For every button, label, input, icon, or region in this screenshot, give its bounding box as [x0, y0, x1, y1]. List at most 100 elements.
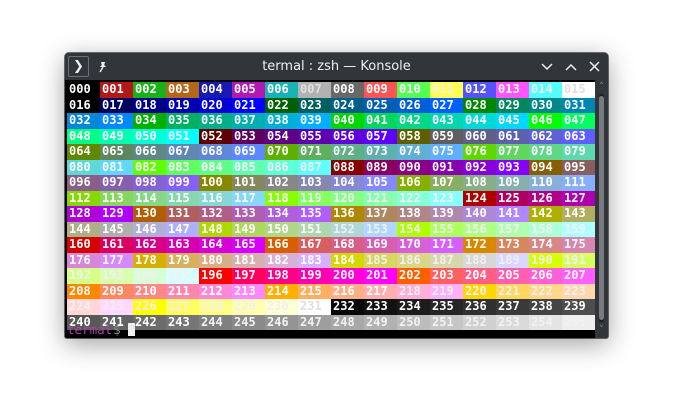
color-cell: 008 [331, 82, 364, 98]
color-cell: 111 [562, 175, 595, 191]
color-cell: 225 [100, 299, 133, 315]
scrollbar-thumb[interactable] [599, 96, 604, 320]
color-cell: 062 [529, 128, 562, 144]
color-cell: 134 [265, 206, 298, 222]
color-cell: 127 [562, 190, 595, 206]
color-cell: 013 [496, 82, 529, 98]
scroll-down-icon[interactable]: ˅ [595, 325, 608, 335]
color-cell: 001 [100, 82, 133, 98]
color-cell: 103 [298, 175, 331, 191]
color-cell: 164 [199, 237, 232, 253]
color-cell: 066 [133, 144, 166, 160]
color-cell: 145 [100, 221, 133, 237]
color-cell: 077 [496, 144, 529, 160]
color-cell: 174 [529, 237, 562, 253]
color-cell: 056 [331, 128, 364, 144]
color-cell: 128 [67, 206, 100, 222]
color-cell: 178 [133, 252, 166, 268]
color-cell: 170 [397, 237, 430, 253]
color-cell: 196 [199, 268, 232, 284]
color-cell: 093 [496, 159, 529, 175]
color-cell: 050 [133, 128, 166, 144]
color-cell: 179 [166, 252, 199, 268]
color-cell: 105 [364, 175, 397, 191]
color-cell: 189 [496, 252, 529, 268]
color-cell: 238 [529, 299, 562, 315]
color-cell: 011 [430, 82, 463, 98]
chevron-up-icon[interactable] [560, 56, 581, 77]
color-cell: 029 [496, 97, 529, 113]
color-cell: 155 [430, 221, 463, 237]
color-cell: 120 [331, 190, 364, 206]
color-cell: 116 [199, 190, 232, 206]
color-cell: 084 [199, 159, 232, 175]
color-cell: 082 [133, 159, 166, 175]
color-cell: 180 [199, 252, 232, 268]
terminal-view[interactable]: 000 001 002 003 004 005 006 007 008 009 010 011 012 0… [67, 80, 595, 338]
color-cell: 065 [100, 144, 133, 160]
color-cell: 146 [133, 221, 166, 237]
window-title: termal : zsh — Konsole [262, 59, 411, 74]
prompt-user: termal [67, 322, 113, 337]
color-cell: 204 [463, 268, 496, 284]
color-cell: 255 [562, 314, 595, 330]
color-cell: 236 [463, 299, 496, 315]
color-cell: 197 [232, 268, 265, 284]
color-cell: 122 [397, 190, 430, 206]
color-cell: 245 [232, 314, 265, 330]
color-cell: 072 [331, 144, 364, 160]
color-cell: 101 [232, 175, 265, 191]
color-cell: 153 [364, 221, 397, 237]
color-cell: 048 [67, 128, 100, 144]
title-bar[interactable]: ❯ termal : zsh — Konsole [65, 53, 608, 80]
color-cell: 188 [463, 252, 496, 268]
color-cell: 249 [364, 314, 397, 330]
color-cell: 109 [496, 175, 529, 191]
scrollbar[interactable]: ˄ ˅ [595, 80, 608, 338]
prompt-line[interactable]: termal $ [67, 322, 135, 337]
color-cell: 036 [199, 113, 232, 129]
color-cell: 030 [529, 97, 562, 113]
color-cell: 002 [133, 82, 166, 98]
scroll-up-icon[interactable]: ˄ [595, 82, 608, 92]
color-cell: 224 [67, 299, 100, 315]
color-cell: 055 [298, 128, 331, 144]
close-icon[interactable] [584, 56, 605, 77]
color-cell: 129 [100, 206, 133, 222]
color-cell: 252 [463, 314, 496, 330]
color-cell: 080 [67, 159, 100, 175]
color-cell: 218 [397, 283, 430, 299]
color-cell: 067 [166, 144, 199, 160]
color-cell: 162 [133, 237, 166, 253]
color-cell: 004 [199, 82, 232, 98]
color-cell: 156 [463, 221, 496, 237]
color-cell: 237 [496, 299, 529, 315]
color-cell: 152 [331, 221, 364, 237]
color-cell: 139 [430, 206, 463, 222]
color-cell: 089 [364, 159, 397, 175]
color-cell: 142 [529, 206, 562, 222]
color-cell: 046 [529, 113, 562, 129]
color-cell: 041 [364, 113, 397, 129]
color-cell: 193 [100, 268, 133, 284]
color-cell: 215 [298, 283, 331, 299]
chevron-down-icon[interactable] [536, 56, 557, 77]
color-cell: 108 [463, 175, 496, 191]
color-cell: 186 [397, 252, 430, 268]
color-cell: 059 [430, 128, 463, 144]
color-cell: 057 [364, 128, 397, 144]
color-cell: 144 [67, 221, 100, 237]
color-cell: 151 [298, 221, 331, 237]
color-cell: 025 [364, 97, 397, 113]
color-cell: 043 [430, 113, 463, 129]
color-cell: 087 [298, 159, 331, 175]
color-cell: 092 [463, 159, 496, 175]
color-cell: 254 [529, 314, 562, 330]
color-cell: 007 [298, 82, 331, 98]
color-cell: 230 [265, 299, 298, 315]
color-cell: 003 [166, 82, 199, 98]
color-cell: 138 [397, 206, 430, 222]
color-cell: 201 [364, 268, 397, 284]
color-cell: 097 [100, 175, 133, 191]
color-cell: 194 [133, 268, 166, 284]
